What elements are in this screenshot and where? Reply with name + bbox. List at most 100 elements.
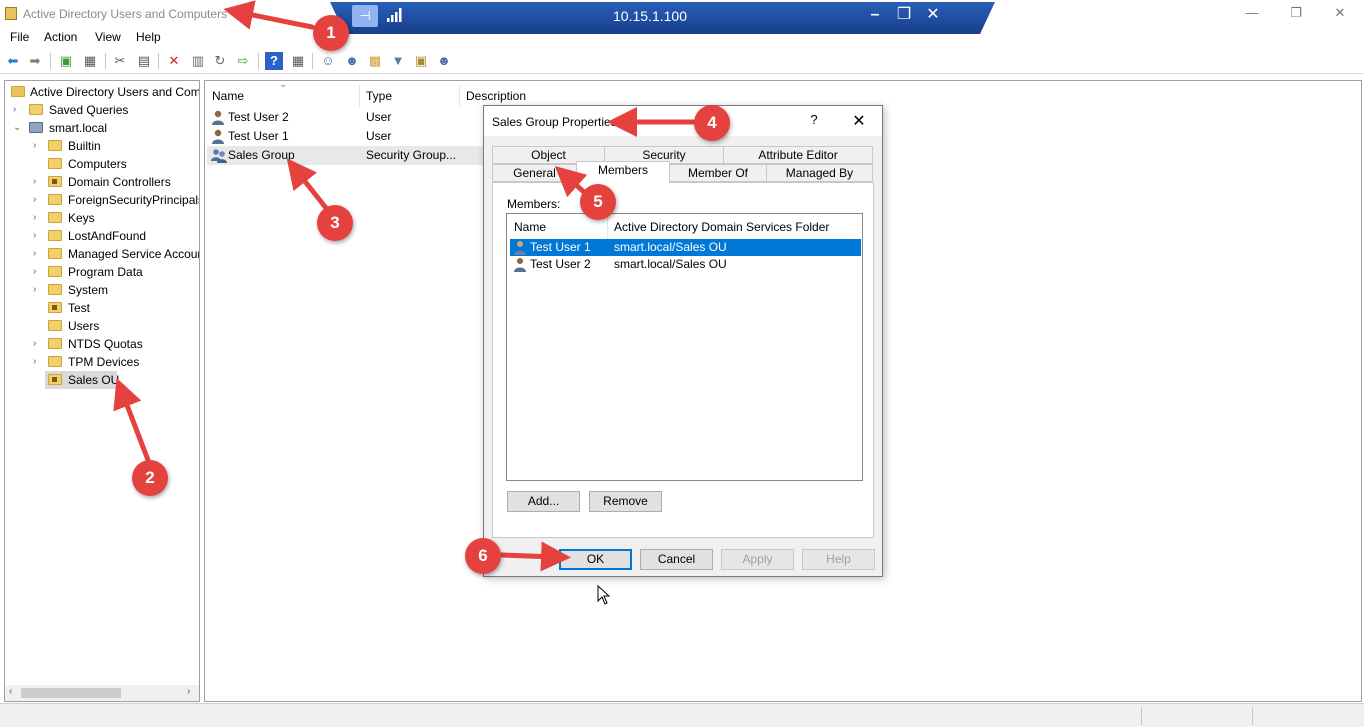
menu-action[interactable]: Action — [44, 28, 77, 48]
column-header-description[interactable]: Description — [466, 87, 526, 107]
signal-bars-icon[interactable] — [386, 7, 402, 23]
members-list[interactable]: Name Active Directory Domain Services Fo… — [506, 213, 863, 481]
toolbar-separator — [105, 53, 106, 69]
tab-member-of[interactable]: Member Of — [669, 164, 767, 182]
tree-item-program-data[interactable]: › Program Data — [5, 263, 199, 281]
apply-button[interactable]: Apply — [721, 549, 794, 570]
scroll-left-icon[interactable]: ‹ — [9, 686, 12, 697]
annotation-badge-6: 6 — [465, 538, 501, 574]
chevron-right-icon[interactable]: › — [33, 245, 43, 263]
chevron-right-icon[interactable]: › — [33, 191, 43, 209]
tab-managed-by[interactable]: Managed By — [766, 164, 873, 182]
remote-restore-button[interactable]: ❐ — [893, 5, 915, 25]
column-separator[interactable] — [459, 85, 460, 107]
ok-button[interactable]: OK — [559, 549, 632, 570]
tree-item-managed-service-accounts[interactable]: › Managed Service Accour — [5, 245, 199, 263]
chevron-right-icon[interactable]: › — [33, 209, 43, 227]
new-ou-icon[interactable]: ▩ — [366, 52, 384, 70]
menu-view[interactable]: View — [95, 28, 121, 48]
help-icon[interactable]: ? — [265, 52, 283, 70]
add-member-button[interactable]: Add... — [507, 491, 580, 512]
list-row[interactable]: Sales Group Security Group... — [207, 146, 487, 165]
chevron-down-icon[interactable]: ⌄ — [13, 119, 23, 137]
list-row[interactable]: Test User 1 User — [207, 127, 487, 146]
cut-icon[interactable]: ✂ — [111, 52, 129, 70]
chevron-right-icon[interactable]: › — [13, 101, 23, 119]
remove-member-button[interactable]: Remove — [589, 491, 662, 512]
help-button[interactable]: Help — [802, 549, 875, 570]
tree-item-test[interactable]: Test — [5, 299, 199, 317]
tree-item-users[interactable]: Users — [5, 317, 199, 335]
user-icon — [212, 129, 224, 144]
column-separator[interactable] — [359, 85, 360, 107]
dialog-title-bar[interactable]: Sales Group Properties ? ✕ — [484, 106, 882, 136]
tree-item-label: Keys — [68, 211, 95, 225]
column-separator[interactable] — [607, 215, 608, 239]
tab-general[interactable]: General — [492, 164, 577, 182]
show-tree-icon[interactable]: ▦ — [81, 52, 99, 70]
chevron-right-icon[interactable]: › — [33, 281, 43, 299]
new-user-icon[interactable]: ☺ — [319, 52, 337, 70]
column-header-type[interactable]: Type — [366, 87, 392, 107]
tree-item-root[interactable]: Active Directory Users and Com — [5, 83, 199, 101]
chevron-right-icon[interactable]: › — [33, 137, 43, 155]
maximize-button[interactable]: ❐ — [1276, 4, 1316, 22]
properties-icon[interactable]: ▥ — [189, 52, 207, 70]
chevron-right-icon[interactable]: › — [33, 227, 43, 245]
folder-icon — [29, 104, 43, 115]
pin-icon[interactable]: ⊣ — [352, 5, 378, 27]
close-button[interactable]: ✕ — [1320, 4, 1360, 22]
menu-file[interactable]: File — [10, 28, 29, 48]
export-icon[interactable]: ⇨ — [234, 52, 252, 70]
tree-item-label: Builtin — [68, 139, 101, 153]
console-view-icon[interactable]: ▦ — [289, 52, 307, 70]
folder-icon — [48, 230, 62, 241]
member-row[interactable]: Test User 2 smart.local/Sales OU — [510, 256, 861, 273]
member-row[interactable]: Test User 1 smart.local/Sales OU — [510, 239, 861, 256]
row-name: Sales Group — [228, 148, 295, 162]
members-column-folder[interactable]: Active Directory Domain Services Folder — [614, 220, 829, 234]
scroll-thumb[interactable] — [21, 688, 121, 698]
tree-item-computers[interactable]: Computers — [5, 155, 199, 173]
back-arrow-icon[interactable]: ⬅ — [4, 52, 22, 70]
new-group-icon[interactable]: ☻ — [343, 52, 361, 70]
chevron-right-icon[interactable]: › — [33, 263, 43, 281]
remote-close-button[interactable]: ✕ — [922, 5, 944, 25]
tree-item-label: ForeignSecurityPrincipals — [68, 193, 200, 207]
tab-attribute-editor[interactable]: Attribute Editor — [723, 146, 873, 164]
tree-item-keys[interactable]: › Keys — [5, 209, 199, 227]
tree-item-saved-queries[interactable]: › Saved Queries — [5, 101, 199, 119]
minimize-button[interactable]: — — [1232, 4, 1272, 22]
tree-item-domain[interactable]: ⌄ smart.local — [5, 119, 199, 137]
dialog-close-button[interactable]: ✕ — [848, 111, 870, 131]
add-to-group-icon[interactable]: ☻ — [435, 52, 453, 70]
tree-item-ntds-quotas[interactable]: › NTDS Quotas — [5, 335, 199, 353]
horizontal-scrollbar[interactable]: ‹ › — [5, 685, 199, 701]
chevron-right-icon[interactable]: › — [33, 335, 43, 353]
remote-minimize-button[interactable]: – — [864, 5, 886, 25]
up-folder-icon[interactable]: ▣ — [57, 52, 75, 70]
menu-help[interactable]: Help — [136, 28, 161, 48]
forward-arrow-icon[interactable]: ➡ — [26, 52, 44, 70]
tree-item-domain-controllers[interactable]: › Domain Controllers — [5, 173, 199, 191]
cancel-button[interactable]: Cancel — [640, 549, 713, 570]
list-row[interactable]: Test User 2 User — [207, 108, 487, 127]
filter-icon[interactable]: ▼ — [389, 52, 407, 70]
tree-item-tpm-devices[interactable]: › TPM Devices — [5, 353, 199, 371]
tree-item-system[interactable]: › System — [5, 281, 199, 299]
tree-item-foreign-security-principals[interactable]: › ForeignSecurityPrincipals — [5, 191, 200, 209]
chevron-right-icon[interactable]: › — [33, 173, 43, 191]
tab-members[interactable]: Members — [576, 161, 670, 183]
members-column-name[interactable]: Name — [514, 220, 546, 234]
tree-item-sales-ou[interactable]: Sales OU — [5, 371, 199, 389]
column-header-name[interactable]: Name — [212, 87, 244, 107]
find-icon[interactable]: ▣ — [412, 52, 430, 70]
dialog-help-button[interactable]: ? — [804, 112, 824, 130]
tree-item-builtin[interactable]: › Builtin — [5, 137, 199, 155]
chevron-right-icon[interactable]: › — [33, 353, 43, 371]
delete-icon[interactable]: ✕ — [165, 52, 183, 70]
scroll-right-icon[interactable]: › — [187, 686, 190, 697]
tree-item-lost-and-found[interactable]: › LostAndFound — [5, 227, 199, 245]
copy-icon[interactable]: ▤ — [135, 52, 153, 70]
refresh-icon[interactable]: ↻ — [211, 52, 229, 70]
